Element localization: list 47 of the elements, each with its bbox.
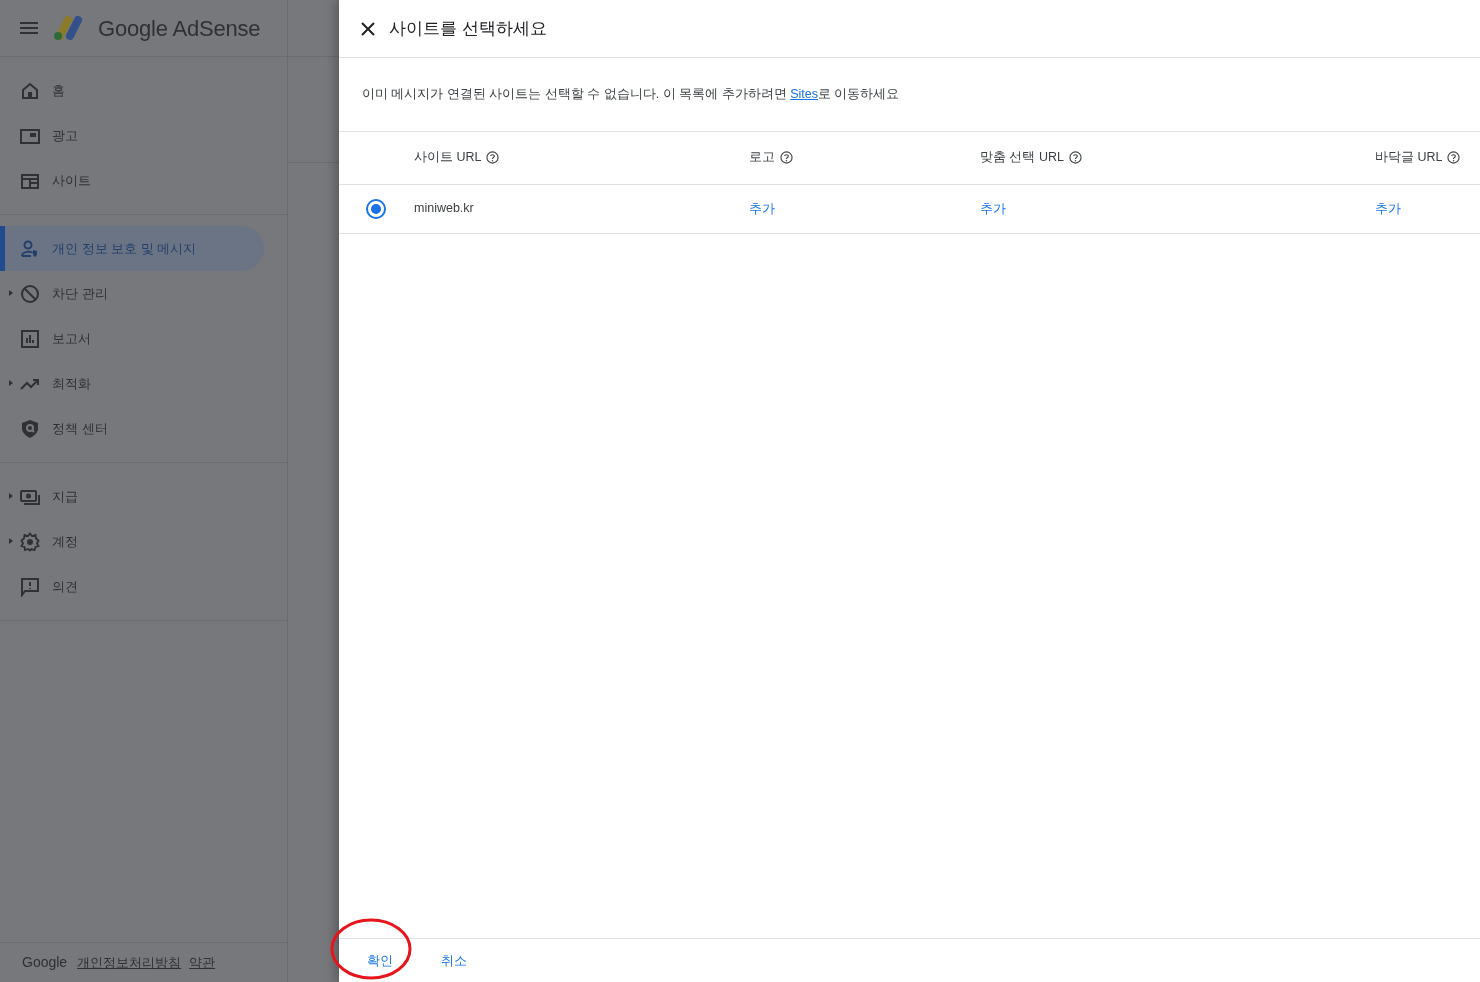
sidebar-item[interactable]: 보고서	[0, 316, 264, 361]
sidebar-item[interactable]: 차단 관리	[0, 271, 264, 316]
dialog-title: 사이트를 선택하세요	[389, 17, 547, 40]
add-link[interactable]: 추가	[1375, 201, 1401, 216]
sidebar-item[interactable]: 사이트	[0, 158, 264, 203]
caret-icon[interactable]	[9, 290, 13, 296]
home-icon	[20, 80, 40, 101]
privacy-person-icon	[20, 238, 40, 259]
shield-icon	[20, 418, 40, 439]
dialog-button[interactable]: 취소	[429, 946, 479, 975]
sidebar-item[interactable]: 홈	[0, 68, 264, 113]
help-icon[interactable]	[1447, 151, 1461, 165]
feedback-icon	[20, 576, 40, 597]
footer-brand: Google	[22, 953, 68, 972]
sidebar-item[interactable]: 지급	[0, 474, 264, 519]
sidebar-item[interactable]: 의견	[0, 564, 264, 609]
column-header: 맞춤 선택 URL	[980, 149, 1064, 167]
caret-icon[interactable]	[9, 538, 13, 544]
menu-icon[interactable]	[20, 22, 38, 34]
sidebar-item[interactable]: 개인 정보 보호 및 메시지	[0, 226, 264, 271]
logo-icon	[52, 14, 84, 42]
brand-name: Google AdSense	[98, 14, 261, 43]
close-button[interactable]	[361, 21, 375, 36]
sites-link[interactable]: Sites	[790, 87, 818, 101]
sidebar-item[interactable]: 정책 센터	[0, 406, 264, 451]
add-link[interactable]: 추가	[749, 201, 775, 216]
sidebar-item[interactable]: 광고	[0, 113, 264, 158]
report-icon	[20, 328, 40, 349]
footer-link[interactable]: 개인정보처리방침	[77, 952, 182, 973]
sidebar-item[interactable]: 최적화	[0, 361, 264, 406]
sidebar-item[interactable]: 계정	[0, 519, 264, 564]
help-icon[interactable]	[780, 151, 793, 165]
table-cell-text: miniweb.kr	[414, 200, 475, 218]
radio-button[interactable]	[366, 198, 386, 219]
add-link[interactable]: 추가	[980, 201, 1006, 216]
help-icon[interactable]	[1068, 151, 1082, 165]
dialog-button[interactable]: 확인	[355, 946, 405, 975]
footer-link[interactable]: 약관	[189, 952, 216, 973]
column-header: 로고	[749, 149, 775, 167]
notice-text: 이미 메시지가 연결된 사이트는 선택할 수 없습니다. 이 목록에 추가하려면 Sites로 이동하세요	[362, 87, 900, 101]
help-icon[interactable]	[486, 151, 500, 165]
caret-icon[interactable]	[9, 493, 13, 499]
column-header: 바닥글 URL	[1375, 149, 1443, 167]
block-icon	[20, 283, 40, 304]
settings-icon	[20, 531, 40, 552]
column-header: 사이트 URL	[414, 149, 482, 167]
caret-icon[interactable]	[9, 380, 13, 386]
